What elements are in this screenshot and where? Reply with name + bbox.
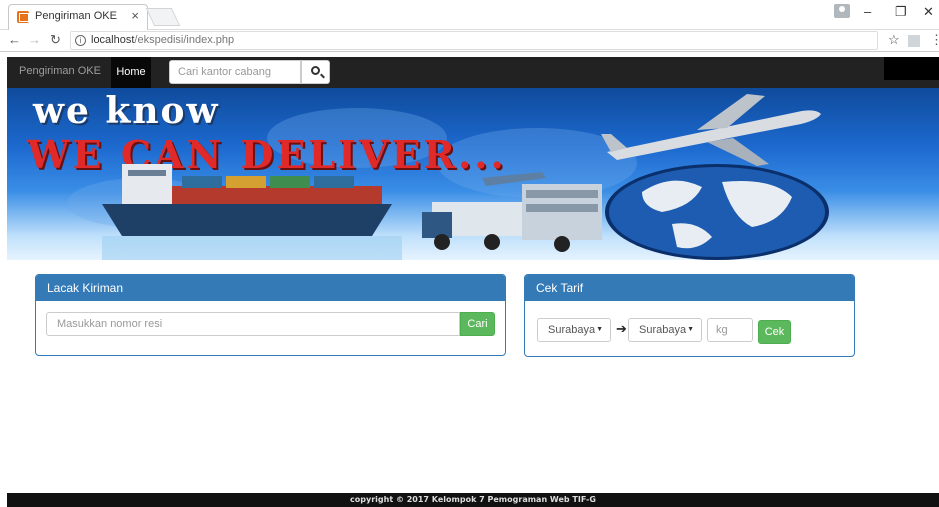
destination-city-value: Surabaya xyxy=(639,324,687,336)
browser-tabbar: Pengiriman OKE × – ❐ ✕ xyxy=(0,0,939,30)
branch-search-input[interactable]: Cari kantor cabang xyxy=(169,60,301,84)
search-icon xyxy=(311,66,320,75)
airplane-image xyxy=(601,94,821,166)
reload-icon[interactable]: ↻ xyxy=(50,32,61,48)
rate-panel-title: Cek Tarif xyxy=(525,275,854,301)
track-search-button[interactable]: Cari xyxy=(460,312,495,336)
origin-city-value: Surabaya xyxy=(548,324,596,336)
favicon-icon xyxy=(17,11,29,23)
window-close-icon[interactable]: ✕ xyxy=(923,4,934,20)
forward-icon[interactable]: → xyxy=(28,32,41,47)
extension-icon[interactable] xyxy=(908,35,920,47)
tab-title: Pengiriman OKE xyxy=(35,10,117,22)
weight-input[interactable]: kg xyxy=(707,318,753,342)
minimize-icon[interactable]: – xyxy=(864,4,871,19)
url-field[interactable]: i localhost/ekspedisi/index.php xyxy=(70,31,878,50)
globe-image xyxy=(605,164,829,260)
bookmark-star-icon[interactable]: ☆ xyxy=(888,32,900,48)
url-text: localhost/ekspedisi/index.php xyxy=(91,34,235,46)
site-navbar: Pengiriman OKE Home Cari kantor cabang xyxy=(7,57,939,88)
back-icon[interactable]: ← xyxy=(8,32,21,47)
track-panel-title: Lacak Kiriman xyxy=(36,275,505,301)
profile-icon[interactable] xyxy=(834,4,850,18)
arrow-right-icon: ➔ xyxy=(616,321,627,336)
chevron-down-icon: ▼ xyxy=(687,326,694,333)
info-icon[interactable]: i xyxy=(75,35,86,46)
navbar-right-block xyxy=(884,57,939,80)
track-shipment-panel: Lacak Kiriman Masukkan nomor resi Cari xyxy=(35,274,506,356)
origin-city-select[interactable]: Surabaya ▼ xyxy=(537,318,611,342)
destination-city-select[interactable]: Surabaya ▼ xyxy=(628,318,702,342)
footer-copyright: copyright © 2017 Kelompok 7 Pemograman W… xyxy=(7,493,939,507)
navbar-brand[interactable]: Pengiriman OKE xyxy=(19,65,101,77)
tab-close-icon[interactable]: × xyxy=(131,8,139,23)
truck-image xyxy=(422,172,602,252)
restore-icon[interactable]: ❐ xyxy=(895,4,907,20)
address-bar: ← → ↻ i localhost/ekspedisi/index.php ☆ … xyxy=(0,30,939,52)
menu-icon[interactable]: ⋮ xyxy=(930,32,939,48)
browser-tab[interactable]: Pengiriman OKE × xyxy=(8,4,148,30)
new-tab-button[interactable] xyxy=(145,8,181,26)
cargo-ship-image xyxy=(102,164,402,260)
banner-headline: we know xyxy=(33,90,220,132)
check-rate-panel: Cek Tarif Surabaya ▼ ➔ Surabaya ▼ kg Cek xyxy=(524,274,855,357)
nav-home-link[interactable]: Home xyxy=(111,57,151,88)
check-rate-button[interactable]: Cek xyxy=(758,320,791,344)
branch-search-button[interactable] xyxy=(301,60,330,84)
hero-banner: we know WE CAN DELIVER... xyxy=(7,88,939,260)
chevron-down-icon: ▼ xyxy=(596,326,603,333)
tracking-number-input[interactable]: Masukkan nomor resi xyxy=(46,312,460,336)
